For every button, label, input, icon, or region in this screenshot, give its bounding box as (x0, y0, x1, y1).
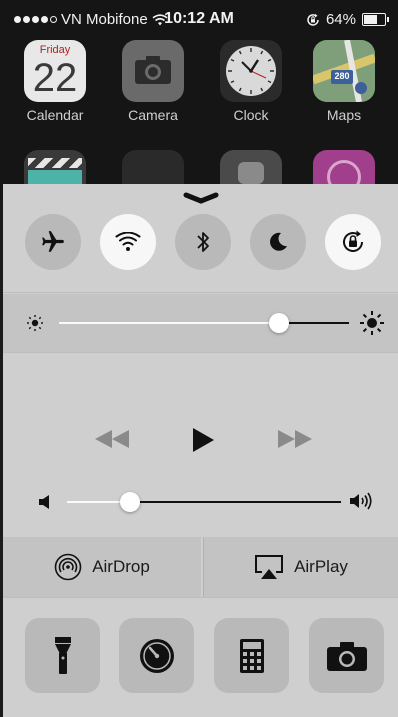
status-right: 64% (306, 11, 389, 28)
app-label: Calendar (26, 107, 84, 123)
moon-icon (270, 232, 287, 251)
brightness-track-filled (59, 322, 279, 324)
calendar-day: Friday (39, 44, 71, 56)
maps-app-icon: 280 (313, 40, 375, 102)
calculator-button[interactable] (214, 618, 289, 693)
play-button[interactable] (190, 426, 216, 454)
flashlight-button[interactable] (25, 618, 100, 693)
app-partial-3 (220, 150, 282, 184)
brightness-slider[interactable] (59, 312, 349, 334)
app-partial-2 (122, 150, 184, 184)
timer-button[interactable] (119, 618, 194, 693)
volume-high-icon (350, 492, 372, 510)
camera-button[interactable] (309, 618, 384, 693)
airplay-label: AirPlay (294, 557, 348, 576)
grabber-handle[interactable] (183, 192, 219, 204)
brightness-control (3, 294, 398, 352)
flashlight-icon (54, 636, 71, 674)
camera-app-icon (122, 40, 184, 102)
app-calendar[interactable]: Friday 22 Calendar (24, 40, 86, 123)
app-maps[interactable]: 280 Maps (313, 40, 375, 123)
volume-thumb[interactable] (120, 492, 140, 512)
calendar-date: 22 (32, 56, 78, 100)
calculator-icon (239, 638, 264, 673)
home-screen: VN Mobifone 10:12 AM 64% Friday 22 Calen… (0, 0, 398, 200)
wifi-toggle[interactable] (100, 214, 156, 270)
brightness-thumb[interactable] (269, 313, 289, 333)
brightness-high-icon (360, 311, 384, 335)
next-track-button[interactable] (276, 428, 314, 450)
maps-route-badge: 280 (334, 71, 350, 81)
toggle-row (3, 214, 398, 272)
volume-track-empty (130, 501, 341, 503)
clock-app-icon (220, 40, 282, 102)
app-label: Camera (128, 107, 178, 123)
airdrop-label: AirDrop (92, 557, 150, 576)
wifi-icon (115, 232, 141, 251)
airplane-icon (42, 231, 64, 252)
camera-icon (326, 641, 367, 671)
calendar-app-icon: Friday 22 (24, 40, 86, 102)
app-label: Clock (233, 107, 269, 123)
rotation-lock-icon (307, 13, 319, 26)
divider (3, 597, 398, 598)
fast-forward-icon (278, 430, 312, 448)
rewind-icon (95, 430, 129, 448)
bluetooth-icon (197, 232, 209, 252)
divider (3, 292, 398, 293)
battery-icon (362, 13, 389, 26)
bluetooth-toggle[interactable] (175, 214, 231, 270)
do-not-disturb-toggle[interactable] (250, 214, 306, 270)
brightness-low-icon (27, 315, 43, 331)
rotation-lock-toggle[interactable] (325, 214, 381, 270)
airdrop-button[interactable]: AirDrop (3, 537, 201, 597)
previous-track-button[interactable] (93, 428, 131, 450)
share-row: AirDrop AirPlay (3, 537, 398, 597)
control-center: AirDrop AirPlay (3, 184, 398, 717)
volume-low-icon (39, 495, 49, 509)
status-bar: VN Mobifone 10:12 AM 64% (0, 0, 398, 38)
app-partial-4 (313, 150, 375, 194)
app-clock[interactable]: Clock (220, 40, 282, 123)
volume-slider[interactable] (67, 491, 341, 513)
airplay-icon (255, 555, 284, 579)
brightness-track-empty (279, 322, 349, 324)
app-partial-1 (24, 150, 86, 184)
airdrop-icon (54, 553, 82, 581)
battery-percent: 64% (325, 11, 356, 28)
play-icon (193, 428, 214, 452)
divider (3, 352, 398, 353)
airplane-mode-toggle[interactable] (25, 214, 81, 270)
timer-icon (139, 638, 174, 673)
app-label: Maps (326, 107, 362, 123)
airplay-button[interactable]: AirPlay (204, 537, 398, 597)
rotation-lock-icon (343, 230, 363, 252)
app-camera[interactable]: Camera (122, 40, 184, 123)
